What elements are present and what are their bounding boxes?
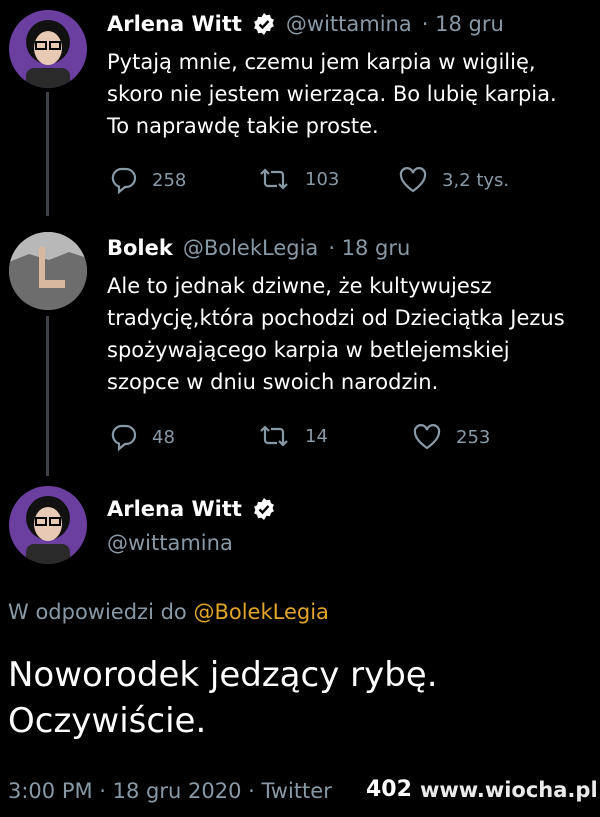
reply-count: 258	[152, 169, 187, 191]
thread-line	[46, 316, 49, 476]
tweet-text: Ale to jednak dziwne, że kultywujesz tra…	[107, 274, 565, 394]
like-icon	[413, 424, 441, 450]
retweet-icon	[260, 168, 288, 190]
tweet2-header: Bolek @BolekLegia · 18 gru	[107, 236, 410, 260]
reply-icon	[111, 167, 137, 194]
author-handle[interactable]: @wittamina	[107, 531, 233, 555]
reply-to-link[interactable]: @BolekLegia	[193, 600, 328, 624]
like-button[interactable]: 253	[412, 423, 490, 451]
watermark: www.wiocha.pl	[420, 778, 598, 802]
like-button[interactable]: 3,2 tys.	[398, 166, 509, 194]
tweet3-header: Arlena Witt	[107, 497, 276, 521]
reply-icon	[111, 424, 137, 451]
reply-button[interactable]: 258	[108, 166, 186, 194]
tweet-text: Pytają mnie, czemu jem karpia w wigilię,…	[107, 50, 557, 138]
retweet-total[interactable]: 402	[366, 777, 412, 802]
retweet-icon	[260, 425, 288, 447]
retweet-count: 103	[305, 168, 340, 190]
tweet1-header: Arlena Witt @wittamina · 18 gru	[107, 12, 504, 36]
retweet-button[interactable]: 14	[257, 423, 328, 449]
thread-line	[46, 92, 49, 216]
author-name[interactable]: Arlena Witt	[107, 497, 242, 521]
author-name[interactable]: Bolek	[107, 236, 173, 260]
avatar-bolek[interactable]	[9, 232, 87, 310]
author-name[interactable]: Arlena Witt	[107, 12, 242, 36]
reply-prefix: W odpowiedzi do	[8, 600, 187, 624]
author-handle[interactable]: @wittamina	[286, 12, 412, 36]
avatar-arlena-2[interactable]	[9, 486, 87, 564]
reply-count: 48	[152, 426, 175, 448]
like-count: 3,2 tys.	[442, 169, 510, 191]
author-handle[interactable]: @BolekLegia	[183, 236, 318, 260]
verified-badge-icon	[254, 13, 274, 35]
retweet-count: 14	[305, 425, 328, 447]
verified-badge-icon	[254, 498, 274, 520]
like-count: 253	[456, 426, 491, 448]
retweet-button[interactable]: 103	[257, 166, 339, 192]
avatar-arlena-1[interactable]	[9, 10, 87, 88]
tweet-date[interactable]: · 18 gru	[422, 12, 504, 36]
tweet-date[interactable]: · 18 gru	[328, 236, 410, 260]
reply-button[interactable]: 48	[108, 423, 175, 451]
reply-context: W odpowiedzi do @BolekLegia	[8, 600, 329, 624]
tweet-timestamp[interactable]: 3:00 PM · 18 gru 2020 · Twitter	[8, 779, 332, 803]
like-icon	[399, 167, 427, 193]
main-tweet-text: Noworodek jedzący rybę. Oczywiście.	[8, 655, 438, 741]
